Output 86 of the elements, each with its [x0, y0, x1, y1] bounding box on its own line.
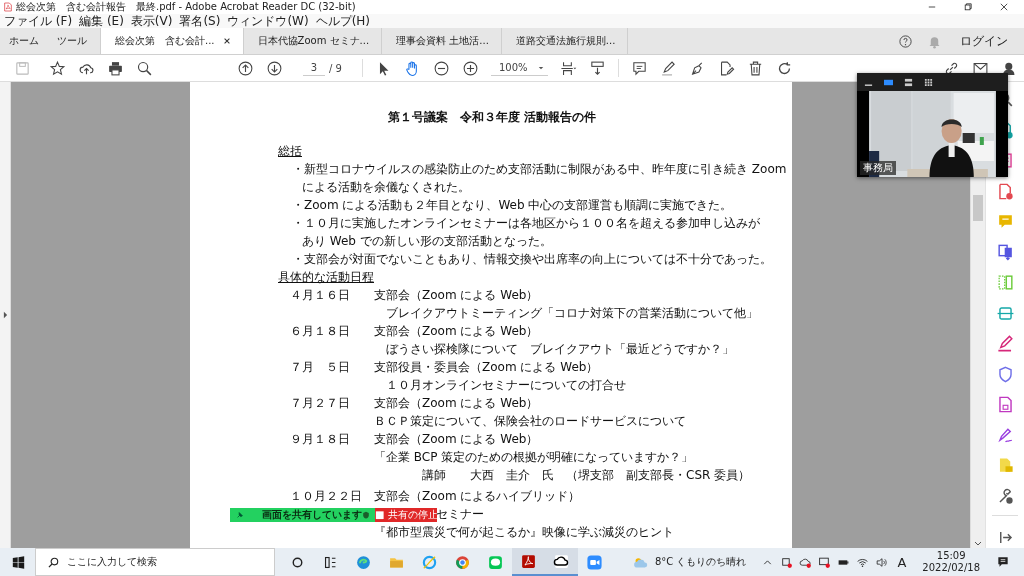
help-icon[interactable]	[898, 33, 913, 49]
schedule-event: 支部会（Zoom によるハイブリッド）	[374, 488, 581, 505]
pin-icon	[236, 511, 244, 519]
menu-item[interactable]: ヘルプ(H)	[315, 12, 371, 30]
schedule-date: １０月２２日	[289, 488, 363, 505]
tab[interactable]: 総会次第 含む会計...	[100, 28, 243, 55]
highlighter-icon[interactable]	[995, 334, 1015, 353]
menu-item[interactable]: ファイル (F)	[4, 12, 73, 30]
scroll-mode-icon[interactable]	[588, 59, 606, 77]
video-app-icon[interactable]	[586, 553, 603, 571]
document-title: 第１号議案 令和３年度 活動報告の件	[388, 109, 598, 126]
expand-panel-icon[interactable]	[2, 311, 8, 319]
windows-start-icon[interactable]	[12, 555, 25, 569]
cloud-app-icon[interactable]	[553, 552, 570, 570]
scroll-down-icon[interactable]	[974, 541, 982, 546]
window-title: 総会次第 含む会計報告 最終.pdf - Adobe Acrobat Reader DC (32-bit)	[16, 0, 356, 15]
schedule-detail: 講師 大西 圭介 氏 （堺支部 副支部長・CSR 委員）	[421, 467, 751, 484]
monitor-icon[interactable]	[818, 555, 832, 569]
comment-icon[interactable]	[630, 59, 648, 77]
speaker-icon[interactable]	[875, 555, 889, 569]
pdf-app-icon[interactable]	[520, 552, 537, 570]
scrollbar-thumb[interactable]	[973, 195, 983, 221]
section-heading: 具体的な活動日程	[278, 269, 375, 286]
menu-item[interactable]: 署名(S)	[179, 12, 221, 30]
schedule-date: ４月１６日	[289, 287, 351, 304]
caret-icon	[537, 65, 544, 70]
schedule-event: 支部会（Zoom による Web）	[374, 323, 539, 340]
bullet-text: ・新型コロナウイルスの感染防止のため支部活動に制限がある中、昨年度に引き続き Zoom	[291, 161, 788, 178]
page-fit-icon[interactable]	[559, 59, 577, 77]
section-heading: 総括	[278, 143, 303, 160]
schedule-date: ７月２７日	[289, 395, 351, 412]
participant-name: 事務局	[860, 161, 896, 175]
schedule-date: ６月１８日	[289, 323, 351, 340]
notification-icon[interactable]	[996, 555, 1010, 569]
sharing-status: 画面を共有しています	[262, 508, 362, 522]
page-number-field[interactable]: 3	[303, 60, 325, 76]
single-view-icon[interactable]	[883, 77, 894, 87]
close-icon[interactable]	[1000, 3, 1008, 12]
bullet-text: ・Zoom による活動も２年目となり、Web 中心の支部運営も順調に実施できた。	[291, 197, 734, 214]
search-icon	[48, 556, 59, 568]
highlighter-icon[interactable]	[659, 59, 677, 77]
page-down-icon[interactable]	[266, 59, 283, 77]
menu-item[interactable]: 編集 (E)	[79, 12, 124, 30]
print-icon[interactable]	[107, 59, 124, 77]
shield-icon	[362, 511, 370, 519]
bullet-text: ・支部会が対面でないこともあり、情報交換や出席率の向上については不十分であった。	[291, 251, 773, 268]
star-icon[interactable]	[49, 59, 66, 77]
menu-item[interactable]: ウィンドウ(W)	[227, 12, 309, 30]
schedule-date: ９月１８日	[289, 431, 351, 448]
schedule-event: 支部会（Zoom による Web）	[374, 395, 539, 412]
edge-icon[interactable]	[355, 553, 372, 571]
bullet-text: による活動を余儀なくされた。	[301, 179, 471, 196]
restore-icon[interactable]	[964, 3, 972, 12]
schedule-detail: 「企業 BCP 策定のための根拠が明確になっていますか？」	[374, 449, 694, 466]
schedule-event: 支部会（Zoom による Web）	[374, 431, 539, 448]
weather-text[interactable]: 8°C くもりのち晴れ	[654, 555, 747, 569]
schedule-date: ７月 ５日	[289, 359, 351, 376]
ime-indicator[interactable]: A	[897, 554, 907, 570]
chrome-icon[interactable]	[454, 553, 471, 571]
zoom-in-icon[interactable]	[461, 59, 479, 77]
strip-view-icon[interactable]	[903, 77, 914, 87]
grid-view-icon[interactable]	[923, 77, 934, 87]
menu-item[interactable]: 表示(V)	[130, 12, 173, 30]
schedule-detail: ブレイクアウトミーティング「コロナ対策下の営業活動について他」	[385, 305, 758, 322]
meeting-icon[interactable]	[780, 555, 794, 569]
search-icon[interactable]	[136, 59, 153, 77]
taskbar-search-field[interactable]: ここに入力して検索	[35, 548, 275, 576]
export-pdf-icon[interactable]	[995, 242, 1015, 262]
schedule-detail: ＢＣＰ策定について、保険会社のロードサービスについて	[374, 413, 686, 430]
page-up-icon[interactable]	[237, 59, 254, 77]
clock-time[interactable]: 15:09	[936, 550, 966, 562]
bullet-text: ・１０月に実施したオンラインセミナーは各地区から１００名を超える参加申し込みが	[291, 215, 761, 232]
page-total: / 9	[329, 62, 342, 74]
zoom-out-icon[interactable]	[432, 59, 450, 77]
schedule-detail: 『都市型震災で何が起こるか』映像に学ぶ減災のヒント	[374, 524, 674, 541]
schedule-detail: １０月オンラインセミナーについての打合せ	[385, 377, 626, 394]
schedule-detail: ぼうさい探検隊について ブレイクアウト「最近どうですか？」	[385, 341, 734, 358]
zoom-dropdown[interactable]: 100%	[490, 60, 548, 77]
schedule-event: 支部会（Zoom による Web）	[374, 287, 539, 304]
login-button[interactable]: ログイン	[956, 28, 1024, 55]
bullet-text: あり Web での新しい形の支部活動となった。	[301, 233, 553, 250]
schedule-event: 支部役員・委員会（Zoom による Web）	[374, 359, 599, 376]
stop-sharing-button[interactable]: ■ 共有の停止	[375, 508, 437, 522]
clock-date[interactable]: 2022/02/18	[922, 562, 980, 574]
close-icon[interactable]	[222, 37, 231, 46]
schedule-detail: セミナー	[436, 506, 484, 523]
